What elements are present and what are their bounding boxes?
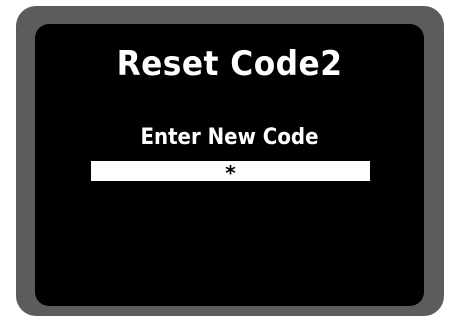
screen-title: Reset Code2 [116, 44, 343, 84]
new-code-input[interactable]: * [91, 161, 370, 181]
enter-code-label: Enter New Code [140, 125, 319, 150]
device-bezel: Reset Code2 Enter New Code * [16, 6, 444, 316]
display-screen: Reset Code2 Enter New Code * [35, 24, 424, 306]
